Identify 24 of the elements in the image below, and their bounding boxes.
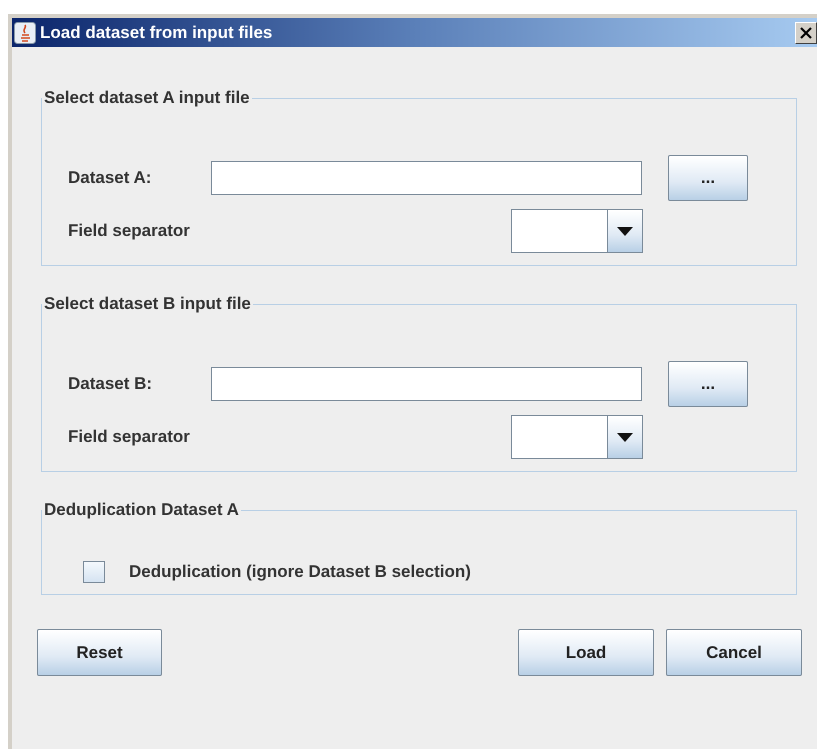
separator-dropdown[interactable] — [511, 209, 643, 253]
browse-button[interactable]: ... — [668, 361, 748, 407]
close-icon — [800, 26, 812, 38]
checkbox[interactable] — [83, 561, 105, 583]
field-label: Field separator — [68, 221, 191, 241]
file-path-field[interactable] — [211, 367, 642, 401]
field-label: Dataset B: — [68, 374, 154, 394]
dialog-button[interactable]: Cancel — [666, 629, 802, 676]
app-icon — [14, 22, 36, 44]
dropdown-arrow-icon — [617, 226, 633, 236]
field-label: Field separator — [68, 427, 191, 447]
close-button[interactable] — [795, 22, 817, 44]
group-title: Select dataset A input file — [43, 88, 251, 108]
dialog-button[interactable]: Reset — [37, 629, 162, 676]
field-label: Dataset A: — [68, 168, 152, 188]
group-title: Select dataset B input file — [43, 294, 252, 314]
checkbox-label: Deduplication (ignore Dataset B selection) — [129, 562, 471, 582]
dropdown-arrow-icon — [617, 432, 633, 442]
dialog-button[interactable]: Load — [518, 629, 654, 676]
separator-dropdown[interactable] — [511, 415, 643, 459]
file-path-field[interactable] — [211, 161, 642, 195]
browse-button[interactable]: ... — [668, 155, 748, 201]
group-title: Deduplication Dataset A — [43, 500, 240, 520]
window-title: Load dataset from input files — [40, 22, 274, 42]
